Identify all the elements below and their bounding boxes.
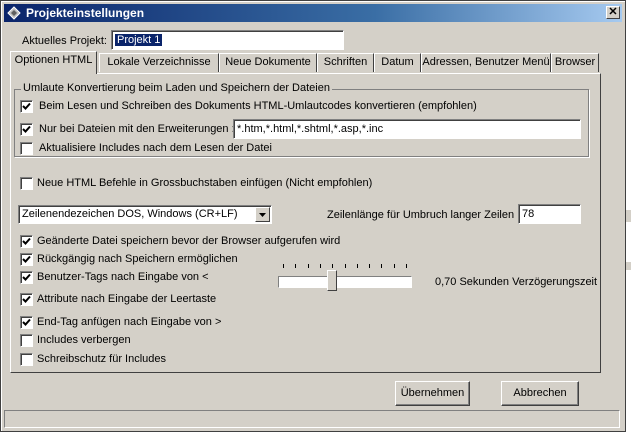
line-length-label: Zeilenlänge für Umbruch langer Zeilen : [327, 209, 521, 221]
window-title: Projekteinstellungen [26, 6, 145, 20]
close-button[interactable]: ✕ [606, 6, 620, 19]
cancel-button[interactable]: Abbrechen [501, 381, 579, 406]
attributes-after-space-checkbox[interactable] [20, 293, 33, 306]
tab-browser[interactable]: Browser [551, 53, 599, 72]
extensions-only-checkbox[interactable] [20, 123, 33, 136]
checkmark-icon [22, 255, 31, 263]
checkmark-icon [22, 318, 31, 326]
checkmark-icon [22, 102, 31, 110]
chevron-down-icon [259, 213, 266, 217]
project-label: Aktuelles Projekt: [22, 35, 107, 47]
undo-after-save-label: Rückgängig nach Speichern ermöglichen [37, 253, 238, 265]
status-bar [4, 410, 620, 428]
slider-tick [283, 264, 284, 268]
convert-umlauts-checkbox[interactable] [20, 100, 33, 113]
slider-tick [369, 264, 371, 268]
slider-tick [295, 264, 297, 268]
update-includes-checkbox[interactable] [20, 142, 33, 155]
slider-tick [332, 264, 334, 268]
slider-tick [344, 264, 346, 268]
checkmark-icon [22, 237, 31, 245]
project-name-input[interactable]: Projekt 1 [111, 30, 344, 50]
delay-slider-thumb[interactable] [327, 270, 338, 291]
checkmark-icon [22, 273, 31, 281]
slider-tick [381, 264, 383, 268]
close-icon: ✕ [608, 6, 618, 18]
line-length-value: 78 [522, 208, 535, 220]
delay-label: 0,70 Sekunden Verzögerungszeit [435, 276, 598, 288]
attributes-after-space-label: Attribute nach Eingabe der Leertaste [37, 293, 217, 305]
end-tag-label: End-Tag anfügen nach Eingabe von > [37, 316, 222, 328]
save-before-browser-checkbox[interactable] [20, 235, 33, 248]
tab-adressen-benutzer-menue[interactable]: Adressen, Benutzer Menü [421, 53, 551, 72]
project-name-value: Projekt 1 [115, 34, 163, 46]
line-ending-select[interactable]: Zeilenendezeichen DOS, Windows (CR+LF) [18, 205, 272, 224]
end-tag-checkbox[interactable] [20, 316, 33, 329]
user-tags-label: Benutzer-Tags nach Eingabe von < [37, 271, 209, 283]
apply-button[interactable]: Übernehmen [395, 381, 470, 406]
delay-slider-track[interactable] [278, 276, 412, 288]
line-ending-value: Zeilenendezeichen DOS, Windows (CR+LF) [22, 208, 238, 220]
tab-optionen-html[interactable]: Optionen HTML [10, 51, 97, 74]
convert-umlauts-label: Beim Lesen und Schreiben des Dokuments H… [39, 100, 477, 112]
tab-schriften[interactable]: Schriften [317, 53, 374, 72]
user-tags-checkbox[interactable] [20, 271, 33, 284]
app-diamond-icon [7, 6, 21, 20]
slider-tick [307, 264, 309, 268]
uppercase-tags-checkbox[interactable] [20, 177, 33, 190]
slider-tick [356, 264, 358, 268]
extensions-only-label: Nur bei Dateien mit den Erweiterungen : [39, 123, 235, 135]
hide-includes-label: Includes verbergen [37, 334, 131, 346]
checkmark-icon [22, 295, 31, 303]
tab-datum[interactable]: Datum [374, 53, 421, 72]
update-includes-label: Aktualisiere Includes nach dem Lesen der… [39, 142, 272, 154]
hide-includes-checkbox[interactable] [20, 334, 33, 347]
undo-after-save-checkbox[interactable] [20, 253, 33, 266]
save-before-browser-label: Geänderte Datei speichern bevor der Brow… [37, 235, 341, 247]
readonly-includes-checkbox[interactable] [20, 353, 33, 366]
title-bar[interactable]: Projekteinstellungen ✕ [4, 4, 622, 22]
checkmark-icon [22, 125, 31, 133]
extensions-input[interactable]: *.htm,*.html,*.shtml,*.asp,*.inc [233, 119, 581, 139]
slider-tick [393, 264, 395, 268]
dropdown-arrow-button[interactable] [255, 207, 270, 222]
group-legend: Umlaute Konvertierung beim Laden und Spe… [21, 82, 332, 94]
line-length-input[interactable]: 78 [518, 204, 581, 224]
tab-lokale-verzeichnisse[interactable]: Lokale Verzeichnisse [99, 53, 219, 72]
readonly-includes-label: Schreibschutz für Includes [37, 353, 167, 365]
uppercase-tags-label: Neue HTML Befehle in Grossbuchstaben ein… [37, 177, 373, 189]
slider-tick [406, 264, 407, 268]
extensions-value: *.htm,*.html,*.shtml,*.asp,*.inc [237, 123, 384, 135]
slider-tick [319, 264, 321, 268]
tab-neue-dokumente[interactable]: Neue Dokumente [219, 53, 317, 72]
